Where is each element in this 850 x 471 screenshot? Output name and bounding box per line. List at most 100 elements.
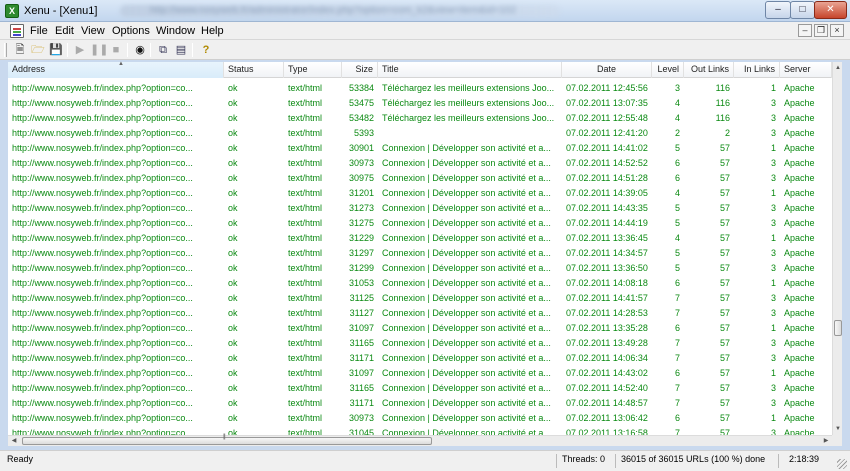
stop-icon[interactable]: ■ [108,42,124,58]
cell-level: 2 [674,128,680,138]
scroll-right-icon[interactable]: ▶ [820,436,832,447]
column-header-size[interactable]: Size [342,62,378,78]
table-row[interactable]: http://www.nosyweb.fr/index.php?option=c… [8,216,832,231]
horizontal-scrollbar[interactable]: ◀ ▶ [8,434,832,447]
column-header-date[interactable]: Date [562,62,652,78]
table-row[interactable]: http://www.nosyweb.fr/index.php?option=c… [8,321,832,336]
pause-icon[interactable]: ❚❚ [90,42,108,58]
table-row[interactable]: http://www.nosyweb.fr/index.php?option=c… [8,336,832,351]
cell-type: text/html [288,203,323,213]
blurred-address: http://www.nosyweb.fr/administrator/inde… [120,5,560,17]
column-header-level[interactable]: Level [652,62,684,78]
table-row[interactable]: http://www.nosyweb.fr/index.php?option=c… [8,111,832,126]
cell-size: 31275 [348,218,374,228]
xenu-app-icon[interactable]: X [5,4,19,18]
save-icon[interactable]: 💾 [48,42,64,58]
table-row[interactable]: http://www.nosyweb.fr/index.php?option=c… [8,126,832,141]
play-icon[interactable]: ▶ [72,42,88,58]
cell-status: ok [228,98,238,108]
table-row[interactable]: http://www.nosyweb.fr/index.php?option=c… [8,156,832,171]
status-separator [778,454,779,468]
toolbar-grip[interactable] [4,43,7,57]
copy-icon[interactable]: ⧉ [155,42,171,58]
table-row[interactable]: http://www.nosyweb.fr/index.php?option=c… [8,411,832,426]
table-row[interactable]: http://www.nosyweb.fr/index.php?option=c… [8,381,832,396]
url-list-table[interactable]: http://www.nosyweb.fr/index.php?option=c… [8,78,832,435]
cell-in-links: 3 [770,113,776,123]
menu-file[interactable]: File [30,25,48,37]
cell-in-links: 3 [770,353,776,363]
column-header-out-links[interactable]: Out Links [684,62,734,78]
scroll-down-icon[interactable]: ▼ [833,423,843,435]
horizontal-scroll-thumb[interactable] [22,434,432,445]
table-row[interactable]: http://www.nosyweb.fr/index.php?option=c… [8,291,832,306]
table-row[interactable]: http://www.nosyweb.fr/index.php?option=c… [8,96,832,111]
cell-server: Apache [784,218,815,228]
scroll-left-icon[interactable]: ◀ [8,436,20,447]
cell-address: http://www.nosyweb.fr/index.php?option=c… [12,413,193,423]
table-row[interactable]: http://www.nosyweb.fr/index.php?option=c… [8,426,832,435]
vertical-scrollbar[interactable]: ▲ ▼ [832,62,842,435]
menu-help[interactable]: Help [201,25,224,37]
maximize-button[interactable]: □ [790,1,815,19]
mdi-restore-icon[interactable]: ❐ [814,24,828,37]
table-row[interactable]: http://www.nosyweb.fr/index.php?option=c… [8,201,832,216]
cell-title: Connexion | Développer son activité et a… [382,413,551,423]
table-row[interactable]: http://www.nosyweb.fr/index.php?option=c… [8,366,832,381]
cell-date: 07.02.2011 14:41:57 [566,293,648,303]
table-row[interactable]: http://www.nosyweb.fr/index.php?option=c… [8,231,832,246]
table-row[interactable]: http://www.nosyweb.fr/index.php?option=c… [8,396,832,411]
cell-level: 4 [674,233,680,243]
cell-status: ok [228,353,238,363]
column-header-type[interactable]: Type [284,62,342,78]
minimize-button[interactable]: – [765,1,791,19]
cell-status: ok [228,278,238,288]
cell-level: 6 [674,368,680,378]
cell-status: ok [228,263,238,273]
help-icon[interactable]: ? [198,42,214,58]
cell-server: Apache [784,293,815,303]
column-header-status[interactable]: Status [224,62,284,78]
column-header-server[interactable]: Server [780,62,832,78]
cell-server: Apache [784,338,815,348]
cell-title: Connexion | Développer son activité et a… [382,368,551,378]
column-header-title[interactable]: Title [378,62,562,78]
cell-server: Apache [784,188,815,198]
table-row[interactable]: http://www.nosyweb.fr/index.php?option=c… [8,351,832,366]
cell-in-links: 1 [770,143,776,153]
table-row[interactable]: http://www.nosyweb.fr/index.php?option=c… [8,171,832,186]
table-row[interactable]: http://www.nosyweb.fr/index.php?option=c… [8,141,832,156]
cell-size: 30973 [348,413,374,423]
mdi-close-icon[interactable]: × [830,24,844,37]
table-row[interactable]: http://www.nosyweb.fr/index.php?option=c… [8,186,832,201]
properties-icon[interactable]: ▤ [173,42,189,58]
binoculars-icon[interactable]: ◉ [132,42,148,58]
table-row[interactable]: http://www.nosyweb.fr/index.php?option=c… [8,261,832,276]
vertical-scroll-thumb[interactable] [834,320,842,336]
column-header-address[interactable]: Address [8,62,224,78]
table-row[interactable]: http://www.nosyweb.fr/index.php?option=c… [8,276,832,291]
new-file-icon[interactable]: 🗎 [12,42,28,58]
cell-server: Apache [784,413,815,423]
menu-options[interactable]: Options [112,25,150,37]
cell-size: 31127 [349,308,374,318]
cell-out-links: 57 [719,383,730,393]
mdi-minimize-icon[interactable]: – [798,24,812,37]
cell-title: Connexion | Développer son activité et a… [382,218,551,228]
menu-view[interactable]: View [81,25,105,37]
table-row[interactable]: http://www.nosyweb.fr/index.php?option=c… [8,81,832,96]
close-button[interactable]: ✕ [814,1,847,19]
table-row[interactable]: http://www.nosyweb.fr/index.php?option=c… [8,306,832,321]
table-row[interactable]: http://www.nosyweb.fr/index.php?option=c… [8,246,832,261]
menu-edit[interactable]: Edit [55,25,74,37]
cell-server: Apache [784,233,815,243]
cell-address: http://www.nosyweb.fr/index.php?option=c… [12,188,193,198]
cell-status: ok [228,158,238,168]
menu-window[interactable]: Window [156,25,195,37]
open-folder-icon[interactable]: 🗁 [30,42,46,58]
cell-size: 31125 [349,293,374,303]
scroll-up-icon[interactable]: ▲ [833,62,843,74]
resize-grip-icon[interactable] [837,459,847,469]
column-header-in-links[interactable]: In Links [734,62,780,78]
document-icon[interactable] [10,24,24,38]
